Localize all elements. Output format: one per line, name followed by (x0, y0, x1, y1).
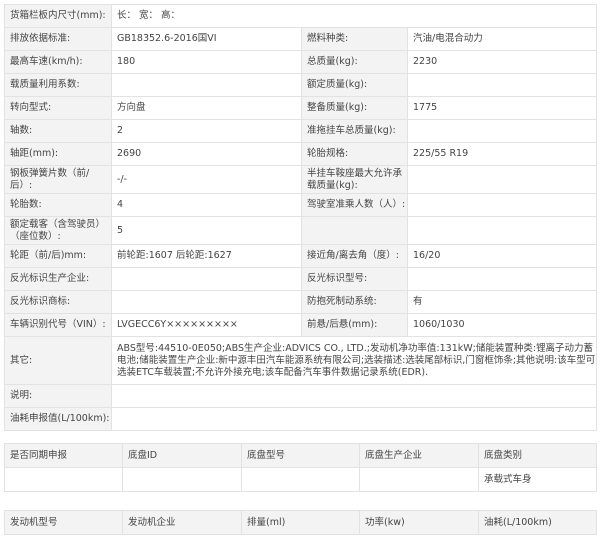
spec-label: 反光标识商标: (4, 290, 112, 314)
spec-value (407, 73, 597, 97)
chassis-column-header: 是否同期申报 (4, 443, 123, 468)
spec-label: 接近角/离去角（度）: (301, 244, 408, 268)
spec-label: 最高车速(km/h): (4, 50, 112, 74)
spec-value: ABS型号:44510-0E050;ABS生产企业:ADVICS CO., LT… (111, 336, 597, 385)
spec-value: LVGECC6Y××××××××× (111, 313, 302, 337)
spec-value (111, 384, 597, 408)
spec-label: 说明: (4, 384, 112, 408)
spec-label: 驾驶室准乘人数（人）: (301, 193, 408, 217)
spec-value: 汽油/电混合动力 (407, 27, 597, 51)
chassis-cell (122, 467, 242, 492)
spec-value (407, 165, 597, 194)
spec-row: 轴距(mm): 2690 轮胎规格: 225/55 R19 (4, 142, 597, 166)
spec-label: 载质量利用系数: (4, 73, 112, 97)
spec-value (407, 119, 597, 143)
chassis-column-header: 底盘型号 (241, 443, 360, 468)
chassis-header-row: 是否同期申报 底盘ID 底盘型号 底盘生产企业 底盘类别 (4, 443, 597, 468)
spec-label: 准拖挂车总质量(kg): (301, 119, 408, 143)
spec-label: 轴数: (4, 119, 112, 143)
chassis-column-header: 底盘ID (122, 443, 242, 468)
spec-label: 整备质量(kg): (301, 96, 408, 120)
chassis-cell (4, 467, 123, 492)
spec-value: 16/20 (407, 244, 597, 268)
spec-row: 钢板弹簧片数（前/后）: -/- 半挂车鞍座最大允许承载质量(kg): (4, 165, 597, 194)
spec-value: 2690 (111, 142, 302, 166)
spec-row: 反光标识生产企业: 反光标识型号: (4, 267, 597, 291)
spec-value: -/- (111, 165, 302, 194)
chassis-cell (241, 467, 360, 492)
spec-row: 载质量利用系数: 额定质量(kg): (4, 73, 597, 97)
spec-value: 方向盘 (111, 96, 302, 120)
spec-row: 车辆识别代号（VIN）: LVGECC6Y××××××××× 前悬/后悬(mm): 1… (4, 313, 597, 337)
engine-column-header: 发动机型号 (4, 510, 123, 535)
spec-row: 排放依据标准: GB18352.6-2016国VI 燃料种类: 汽油/电混合动力 (4, 27, 597, 51)
engine-column-header: 发动机企业 (122, 510, 242, 535)
spec-label: 轮胎数: (4, 193, 112, 217)
spec-row: 最高车速(km/h): 180 总质量(kg): 2230 (4, 50, 597, 74)
spec-label: 轮距（前/后)mm: (4, 244, 112, 268)
spec-label: 轮胎规格: (301, 142, 408, 166)
spec-value: 2230 (407, 50, 597, 74)
spec-label: 额定质量(kg): (301, 73, 408, 97)
spec-value: 有 (407, 290, 597, 314)
spec-label: 油耗申报值(L/100km): (4, 407, 112, 431)
spec-value: 1775 (407, 96, 597, 120)
spec-value: GB18352.6-2016国VI (111, 27, 302, 51)
spec-row: 反光标识商标: 防抱死制动系统: 有 (4, 290, 597, 314)
spec-row: 说明: (4, 384, 597, 408)
spec-row: 货箱栏板内尺寸(mm): 长： 宽： 高： (4, 4, 597, 28)
spec-row: 轮距（前/后)mm: 前轮距:1607 后轮距:1627 接近角/离去角（度）: 16… (4, 244, 597, 268)
spec-row: 轮胎数: 4 驾驶室准乘人数（人）: (4, 193, 597, 217)
engine-table: 发动机型号 发动机企业 排量(ml) 功率(kw) 油耗(L/100km) (4, 510, 597, 535)
spec-value (407, 267, 597, 291)
spec-value (407, 216, 597, 245)
spec-label: 前悬/后悬(mm): (301, 313, 408, 337)
spec-value (111, 73, 302, 97)
spec-label: 防抱死制动系统: (301, 290, 408, 314)
engine-column-header: 功率(kw) (359, 510, 479, 535)
spec-value (407, 193, 597, 217)
chassis-row: 承载式车身 (4, 467, 597, 492)
spec-value: 2 (111, 119, 302, 143)
spec-value (111, 290, 302, 314)
spec-label: 半挂车鞍座最大允许承载质量(kg): (301, 165, 408, 194)
spec-row: 转向型式: 方向盘 整备质量(kg): 1775 (4, 96, 597, 120)
spec-label: 车辆识别代号（VIN）: (4, 313, 112, 337)
spec-value: 1060/1030 (407, 313, 597, 337)
spec-value (111, 267, 302, 291)
spec-label: 钢板弹簧片数（前/后）: (4, 165, 112, 194)
spec-value: 长： 宽： 高： (111, 4, 597, 28)
spec-row: 轴数: 2 准拖挂车总质量(kg): (4, 119, 597, 143)
engine-column-header: 排量(ml) (241, 510, 360, 535)
spec-label: 其它: (4, 336, 112, 385)
spec-label: 燃料种类: (301, 27, 408, 51)
spec-label: 额定载客（含驾驶员）（座位数）: (4, 216, 112, 245)
spec-value: 5 (111, 216, 302, 245)
spec-label: 反光标识型号: (301, 267, 408, 291)
chassis-cell (359, 467, 479, 492)
chassis-table: 是否同期申报 底盘ID 底盘型号 底盘生产企业 底盘类别 承载式车身 (4, 443, 597, 492)
spec-value (111, 407, 597, 431)
chassis-column-header: 底盘生产企业 (359, 443, 479, 468)
spec-value: 前轮距:1607 后轮距:1627 (111, 244, 302, 268)
spec-value: 180 (111, 50, 302, 74)
spec-label: 转向型式: (4, 96, 112, 120)
spec-row: 油耗申报值(L/100km): (4, 407, 597, 431)
engine-column-header: 油耗(L/100km) (478, 510, 597, 535)
spec-row: 其它: ABS型号:44510-0E050;ABS生产企业:ADVICS CO.,… (4, 336, 597, 385)
spec-label: 排放依据标准: (4, 27, 112, 51)
spec-label: 总质量(kg): (301, 50, 408, 74)
main-spec-table: 货箱栏板内尺寸(mm): 长： 宽： 高： 排放依据标准: GB18352.6-201… (4, 4, 597, 431)
spec-label: 轴距(mm): (4, 142, 112, 166)
chassis-column-header: 底盘类别 (478, 443, 597, 468)
spec-label: 货箱栏板内尺寸(mm): (4, 4, 112, 28)
spec-value: 225/55 R19 (407, 142, 597, 166)
engine-header-row: 发动机型号 发动机企业 排量(ml) 功率(kw) 油耗(L/100km) (4, 510, 597, 535)
spec-label (301, 216, 408, 245)
vehicle-spec-sheet: 货箱栏板内尺寸(mm): 长： 宽： 高： 排放依据标准: GB18352.6-201… (4, 4, 597, 535)
spec-row: 额定载客（含驾驶员）（座位数）: 5 (4, 216, 597, 245)
spec-label: 反光标识生产企业: (4, 267, 112, 291)
spec-value: 4 (111, 193, 302, 217)
chassis-cell: 承载式车身 (478, 467, 597, 492)
